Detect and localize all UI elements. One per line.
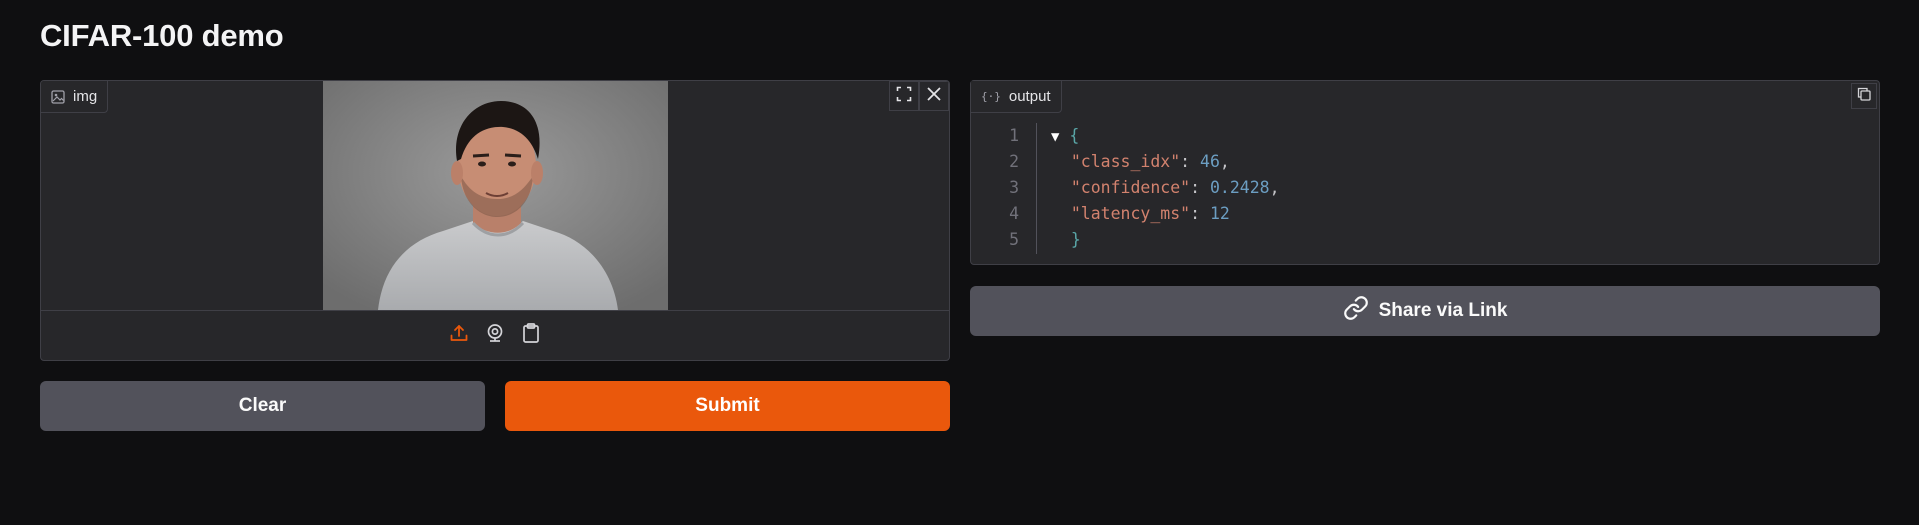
upload-button[interactable] <box>448 325 470 347</box>
clear-button[interactable]: Clear <box>40 381 485 431</box>
code-line: 2 "class_idx": 46, <box>971 149 1879 175</box>
json-key: "confidence" <box>1070 178 1191 197</box>
json-key: "class_idx" <box>1070 152 1181 171</box>
line-number: 2 <box>1009 152 1019 171</box>
json-output-panel: {·} output 1 ▼ { 2 "class_idx": 46, 3 "c… <box>970 80 1880 265</box>
page-title: CIFAR-100 demo <box>40 18 284 53</box>
share-label: Share via Link <box>1378 300 1508 321</box>
collapse-toggle-icon[interactable]: ▼ <box>1051 129 1059 145</box>
json-value: 46 <box>1200 152 1220 171</box>
output-label: {·} output <box>971 81 1062 113</box>
json-value: 0.2428 <box>1209 178 1270 197</box>
line-number: 1 <box>1009 126 1019 145</box>
submit-button[interactable]: Submit <box>505 381 950 431</box>
upload-icon <box>449 323 469 348</box>
line-number: 3 <box>1009 178 1019 197</box>
webcam-icon <box>485 323 505 348</box>
image-input-panel: img <box>40 80 950 361</box>
image-source-toolbar <box>41 310 949 360</box>
image-preview-area[interactable] <box>41 81 949 310</box>
close-icon <box>926 86 942 107</box>
fullscreen-icon <box>896 86 912 107</box>
code-line: 4 "latency_ms": 12 <box>971 201 1879 227</box>
uploaded-photo <box>323 81 668 310</box>
json-value: 12 <box>1209 204 1230 223</box>
clipboard-button[interactable] <box>520 323 542 348</box>
image-input-label-text: img <box>73 88 98 105</box>
copy-button[interactable] <box>1851 83 1877 109</box>
fullscreen-button[interactable] <box>889 81 919 111</box>
code-line: 1 ▼ { <box>971 123 1879 149</box>
json-viewer: 1 ▼ { 2 "class_idx": 46, 3 "confidence":… <box>971 123 1879 254</box>
json-key: "latency_ms" <box>1070 204 1191 223</box>
image-icon <box>51 89 65 104</box>
json-icon: {·} <box>981 90 1001 103</box>
line-number: 4 <box>1009 204 1019 223</box>
clipboard-icon <box>522 323 540 348</box>
code-line: 3 "confidence": 0.2428, <box>971 175 1879 201</box>
image-input-label: img <box>41 81 109 113</box>
line-number: 5 <box>1009 230 1019 249</box>
copy-icon <box>1857 87 1871 106</box>
code-line: 5 } <box>971 227 1879 253</box>
share-via-link-button[interactable]: Share via Link <box>970 286 1880 336</box>
output-label-text: output <box>1008 88 1051 105</box>
close-button[interactable] <box>919 81 949 111</box>
link-icon <box>1343 295 1369 327</box>
webcam-button[interactable] <box>484 323 506 348</box>
